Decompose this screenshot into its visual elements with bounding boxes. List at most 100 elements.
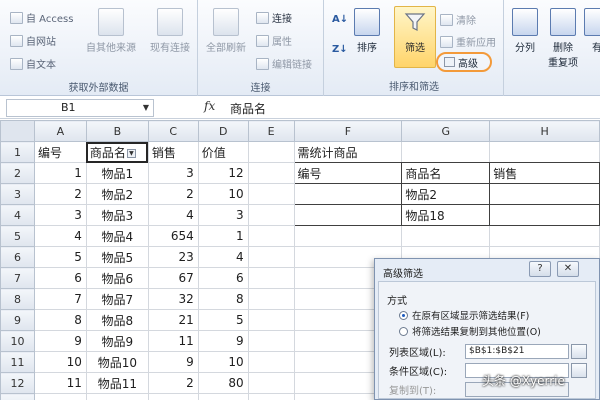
radio-copy-to[interactable]: 将筛选结果复制到其他位置(O) — [399, 324, 541, 338]
cell-d2[interactable]: 12 — [197, 162, 249, 184]
cell-e4[interactable] — [247, 204, 295, 226]
help-button[interactable]: ? — [529, 261, 551, 277]
cell-e13[interactable] — [247, 393, 295, 400]
cell-f2[interactable]: 编号 — [293, 162, 403, 184]
cell-a12[interactable]: 11 — [33, 372, 87, 394]
cell-e3[interactable] — [247, 183, 295, 205]
cell-c13[interactable] — [147, 393, 199, 400]
cell-c6[interactable]: 23 — [147, 246, 199, 268]
cell-c11[interactable]: 9 — [147, 351, 199, 373]
list-range-input[interactable]: $B$1:$B$21 — [465, 344, 569, 359]
row-header[interactable]: 6 — [0, 246, 35, 268]
cell-d10[interactable]: 9 — [197, 330, 249, 352]
column-header[interactable]: D — [197, 120, 249, 142]
cell-b2[interactable]: 物品1 — [85, 162, 149, 184]
cell-d12[interactable]: 80 — [197, 372, 249, 394]
cell-a6[interactable]: 5 — [33, 246, 87, 268]
column-header[interactable]: B — [85, 120, 149, 142]
cell-e2[interactable] — [247, 162, 295, 184]
cell-b4[interactable]: 物品3 — [85, 204, 149, 226]
cell-d1[interactable]: 价值 — [197, 141, 249, 163]
filter-button[interactable]: 筛选 — [394, 6, 436, 68]
cell-d4[interactable]: 3 — [197, 204, 249, 226]
advanced-filter-button[interactable]: 高级 — [436, 52, 492, 72]
cell-b6[interactable]: 物品5 — [85, 246, 149, 268]
cell-e9[interactable] — [247, 309, 295, 331]
cell-d11[interactable]: 10 — [197, 351, 249, 373]
from-other-sources-button[interactable]: 自其他来源 — [86, 8, 136, 54]
column-header[interactable]: A — [33, 120, 87, 142]
cell-e6[interactable] — [247, 246, 295, 268]
cell-h1[interactable] — [489, 141, 600, 163]
column-header[interactable]: E — [247, 120, 295, 142]
column-header[interactable]: H — [489, 120, 600, 142]
cell-a7[interactable]: 6 — [33, 267, 87, 289]
cell-d3[interactable]: 10 — [197, 183, 249, 205]
cell-f5[interactable] — [293, 225, 403, 247]
data-validation-button[interactable]: 有 — [584, 8, 600, 54]
select-all-corner[interactable] — [0, 120, 35, 142]
row-header[interactable]: 7 — [0, 267, 35, 289]
cell-a13[interactable] — [33, 393, 87, 400]
row-header[interactable]: 11 — [0, 351, 35, 373]
connections-button[interactable]: 连接 — [256, 10, 292, 25]
formula-input[interactable]: 商品名 — [230, 100, 266, 117]
cell-b7[interactable]: 物品6 — [85, 267, 149, 289]
cell-h3[interactable] — [489, 183, 600, 205]
cell-a4[interactable]: 3 — [33, 204, 87, 226]
row-header[interactable]: 5 — [0, 225, 35, 247]
from-web-button[interactable]: 自网站 — [10, 33, 56, 48]
row-header[interactable]: 4 — [0, 204, 35, 226]
cell-g5[interactable] — [401, 225, 491, 247]
cell-b5[interactable]: 物品4 — [85, 225, 149, 247]
cell-e1[interactable] — [247, 141, 295, 163]
cell-h2[interactable]: 销售 — [489, 162, 600, 184]
row-header[interactable]: 13 — [0, 393, 35, 400]
cell-c12[interactable]: 2 — [147, 372, 199, 394]
cell-a10[interactable]: 9 — [33, 330, 87, 352]
cell-b11[interactable]: 物品10 — [85, 351, 149, 373]
radio-selected-icon[interactable] — [399, 310, 408, 320]
chevron-down-icon[interactable]: ▼ — [143, 100, 149, 116]
properties-button[interactable]: 属性 — [256, 33, 292, 48]
cell-a1[interactable]: 编号 — [33, 141, 87, 163]
cell-h4[interactable] — [489, 204, 600, 226]
cell-g2[interactable]: 商品名 — [401, 162, 491, 184]
cell-b8[interactable]: 物品7 — [85, 288, 149, 310]
cell-b9[interactable]: 物品8 — [85, 309, 149, 331]
row-header[interactable]: 9 — [0, 309, 35, 331]
refresh-all-button[interactable]: 全部刷新 — [206, 8, 246, 54]
remove-duplicates-button[interactable]: 删除 重复项 — [548, 8, 578, 69]
cell-d13[interactable] — [197, 393, 249, 400]
cell-f4[interactable] — [293, 204, 403, 226]
cell-g3[interactable]: 物品2 — [401, 183, 491, 205]
cell-c2[interactable]: 3 — [147, 162, 199, 184]
cell-c3[interactable]: 2 — [147, 183, 199, 205]
cell-d5[interactable]: 1 — [197, 225, 249, 247]
cell-f3[interactable] — [293, 183, 403, 205]
filter-dropdown-icon[interactable]: ▼ — [126, 148, 136, 158]
sort-button[interactable]: 排序 — [354, 8, 380, 54]
cell-d9[interactable]: 5 — [197, 309, 249, 331]
column-header[interactable]: F — [293, 120, 403, 142]
cell-f1[interactable]: 需统计商品 — [293, 141, 403, 163]
cell-e8[interactable] — [247, 288, 295, 310]
cell-h5[interactable] — [489, 225, 600, 247]
sort-az-icon[interactable]: A↓ — [332, 14, 348, 25]
sort-za-icon[interactable]: Z↓ — [332, 44, 348, 55]
fx-icon[interactable]: fx — [204, 99, 215, 113]
row-header[interactable]: 8 — [0, 288, 35, 310]
cell-d6[interactable]: 4 — [197, 246, 249, 268]
row-header[interactable]: 10 — [0, 330, 35, 352]
cell-b10[interactable]: 物品9 — [85, 330, 149, 352]
reapply-button[interactable]: 重新应用 — [440, 34, 496, 49]
cell-a3[interactable]: 2 — [33, 183, 87, 205]
from-text-button[interactable]: 自文本 — [10, 56, 56, 71]
radio-unselected-icon[interactable] — [399, 326, 408, 336]
close-button[interactable]: ✕ — [557, 261, 579, 277]
cell-e5[interactable] — [247, 225, 295, 247]
column-header[interactable]: C — [147, 120, 199, 142]
cell-e7[interactable] — [247, 267, 295, 289]
from-access-button[interactable]: 自 Access — [10, 10, 73, 25]
cell-d8[interactable]: 8 — [197, 288, 249, 310]
